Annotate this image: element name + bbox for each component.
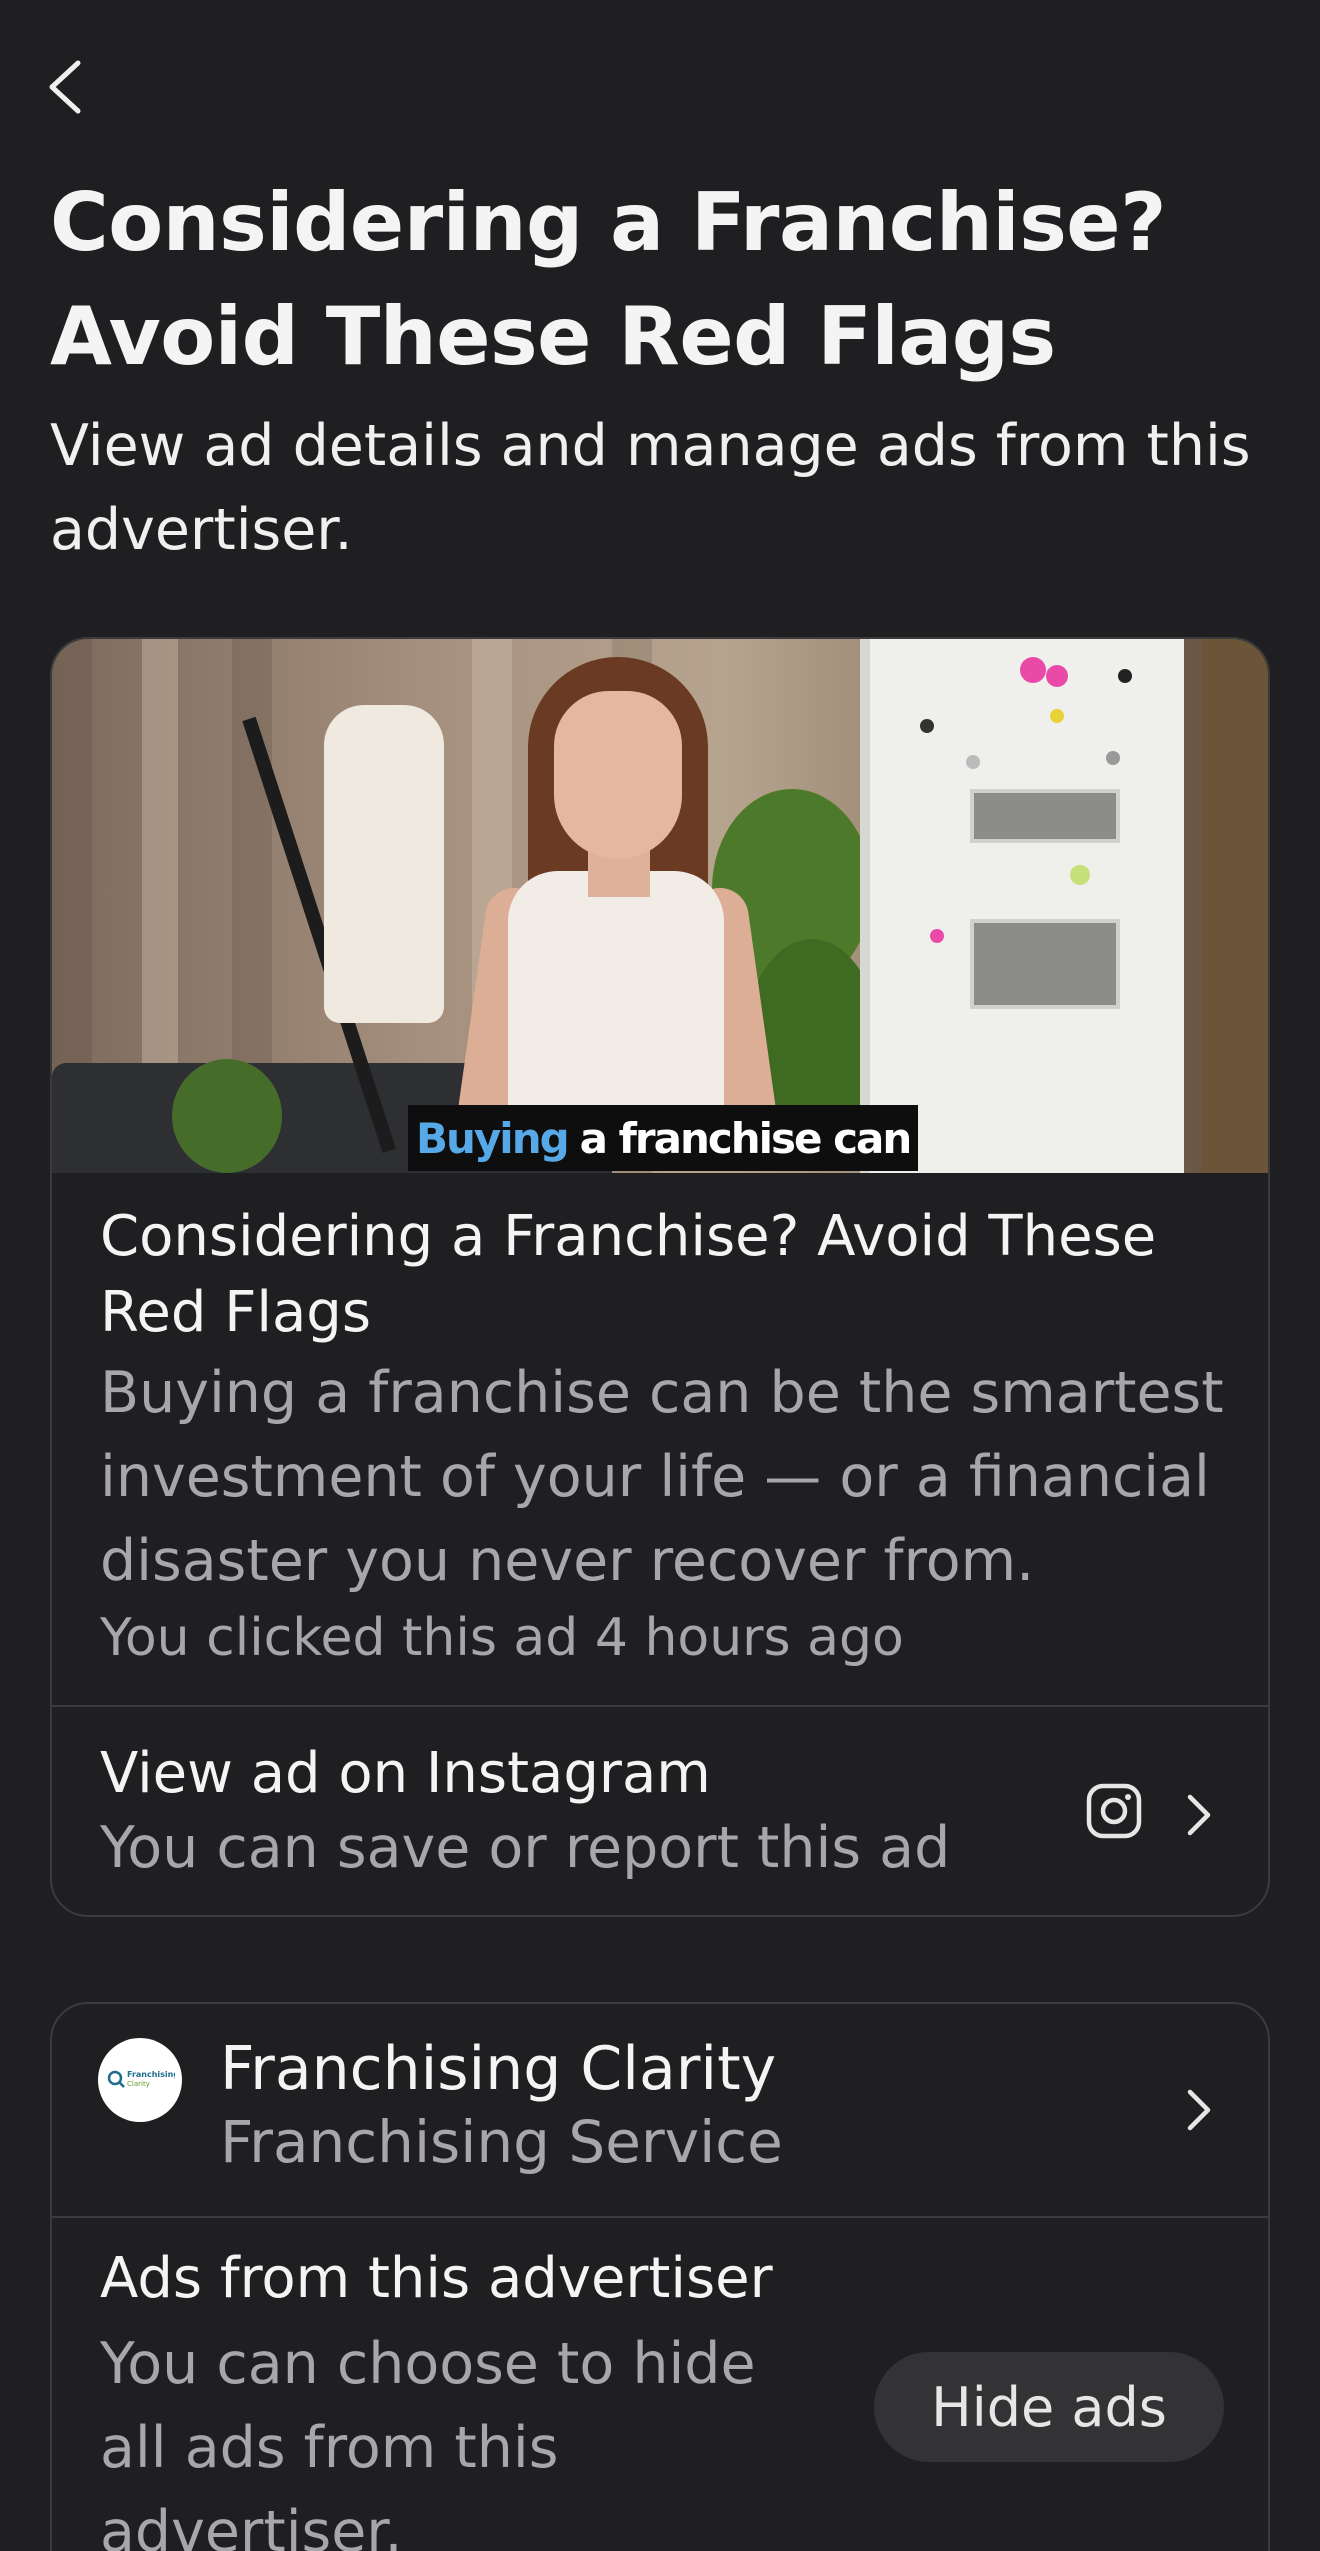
page-subtitle: View ad details and manage ads from this… [50, 413, 1251, 563]
divider [52, 2216, 1268, 2218]
svg-text:Clarity: Clarity [127, 2080, 150, 2088]
view-on-instagram-text: View ad on Instagram You can save or rep… [100, 1737, 950, 1885]
ads-section-description: You can choose to hide all ads from this… [100, 2331, 756, 2551]
advertiser-card: Franchising Clarity Franchising Clarity … [50, 2002, 1270, 2551]
chevron-right-icon [1187, 1794, 1211, 1836]
small-plant [172, 1059, 282, 1173]
coat [324, 705, 444, 1023]
presenter [432, 657, 852, 1173]
page-title: Considering a Franchise? Avoid These Red… [50, 176, 1166, 383]
franchising-clarity-logo: Franchising Clarity [107, 2070, 175, 2088]
view-on-instagram-title: View ad on Instagram [100, 1741, 711, 1806]
ad-headline: Considering a Franchise? Avoid These Red… [100, 1204, 1157, 1345]
advertiser-name: Franchising Clarity [220, 2034, 777, 2104]
ad-body: Considering a Franchise? Avoid These Red… [100, 1199, 1240, 1673]
caption-text: a franchise can [579, 1113, 913, 1163]
ad-card: Buying a franchise can Considering a Fra… [50, 637, 1270, 1917]
ads-section-title: Ads from this advertiser [100, 2246, 773, 2311]
chevron-right-icon [1187, 2089, 1211, 2131]
advertiser-logo: Franchising Clarity [98, 2038, 182, 2122]
view-on-instagram-subtitle: You can save or report this ad [100, 1815, 951, 1881]
ad-image[interactable]: Buying a franchise can [52, 639, 1268, 1173]
caption-highlight: Buying [416, 1113, 570, 1163]
ad-description: Buying a franchise can be the smartest i… [100, 1360, 1224, 1594]
video-caption: Buying a franchise can [408, 1105, 919, 1171]
svg-text:Franchising: Franchising [127, 2070, 175, 2079]
view-on-instagram-row[interactable]: View ad on Instagram You can save or rep… [52, 1707, 1268, 1915]
clicked-info: You clicked this ad 4 hours ago [100, 1608, 904, 1668]
chevron-left-icon [49, 60, 81, 114]
whiteboard [860, 639, 1184, 1173]
instagram-icon [1086, 1783, 1142, 1839]
hide-ads-button[interactable]: Hide ads [874, 2352, 1224, 2462]
advertiser-text: Franchising Clarity Franchising Service [220, 2032, 783, 2178]
advertiser-category: Franchising Service [220, 2108, 783, 2176]
back-button[interactable] [44, 52, 114, 122]
ad-details-page: Considering a Franchise? Avoid These Red… [0, 0, 1320, 2551]
advertiser-row[interactable]: Franchising Clarity Franchising Clarity … [52, 2004, 1268, 2216]
